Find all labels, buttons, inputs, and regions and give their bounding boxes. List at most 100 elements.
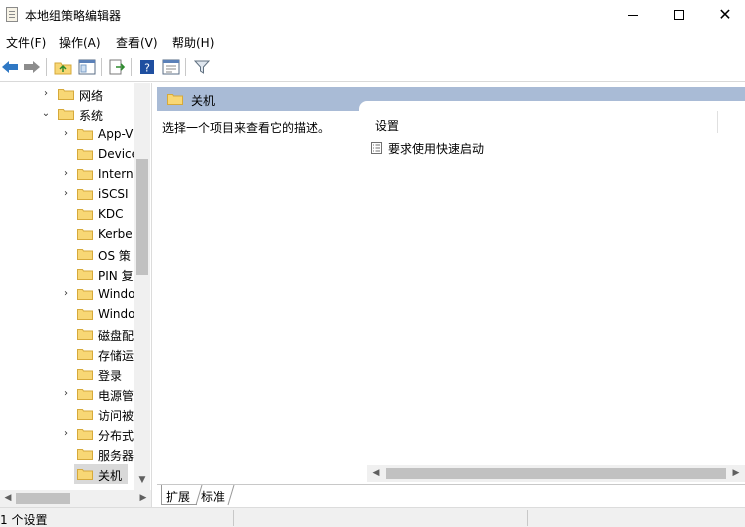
- tab-slant: [227, 485, 235, 506]
- view-tabs: 扩展 标准: [157, 484, 745, 506]
- maximize-button[interactable]: [656, 0, 702, 30]
- details-horizontal-scrollbar[interactable]: ◀ ▶: [367, 465, 745, 482]
- tree-vertical-scroll-thumb[interactable]: [136, 159, 148, 275]
- expander-placeholder: [61, 448, 71, 460]
- tree-item-label: App-V: [98, 127, 134, 141]
- details-horizontal-scroll-thumb[interactable]: [386, 468, 726, 479]
- chevron-right-icon[interactable]: ›: [41, 88, 51, 100]
- menu-action[interactable]: 操作(A): [59, 34, 101, 51]
- scroll-left-icon[interactable]: ◀: [369, 466, 383, 480]
- folder-icon: [58, 109, 74, 120]
- tree-item[interactable]: › 网络: [0, 84, 135, 104]
- tree-item[interactable]: 登录: [0, 364, 135, 384]
- tree-item[interactable]: › 电源管: [0, 384, 135, 404]
- up-one-level-button[interactable]: [53, 57, 73, 77]
- back-button[interactable]: [0, 57, 20, 77]
- tree-item-label: iSCSI: [98, 187, 129, 201]
- export-list-icon: [109, 59, 126, 75]
- tree-item[interactable]: › Intern: [0, 164, 135, 184]
- tree-item[interactable]: › 分布式: [0, 424, 135, 444]
- window-title: 本地组策略编辑器: [25, 9, 122, 23]
- folder-icon: [77, 369, 93, 380]
- chevron-right-icon[interactable]: ›: [61, 128, 71, 140]
- tree-item-label: 登录: [98, 369, 123, 383]
- tree-item-label: 访问被: [98, 409, 135, 423]
- folder-icon: [77, 229, 93, 240]
- tree-item[interactable]: ⌄ 系统: [0, 104, 135, 124]
- menu-view[interactable]: 查看(V): [116, 34, 158, 51]
- scroll-left-icon[interactable]: ◀: [1, 491, 15, 505]
- properties-button[interactable]: [161, 57, 181, 77]
- tree-item[interactable]: 服务器: [0, 444, 135, 464]
- column-divider[interactable]: [717, 111, 718, 133]
- tree-item[interactable]: 磁盘配: [0, 324, 135, 344]
- scroll-right-icon[interactable]: ▶: [136, 491, 150, 505]
- tree-item[interactable]: KDC: [0, 204, 135, 224]
- details-header-title: 关机: [191, 94, 216, 108]
- show-hide-tree-button[interactable]: [77, 57, 97, 77]
- close-button[interactable]: ✕: [702, 0, 745, 30]
- tree-horizontal-scroll-thumb[interactable]: [16, 493, 70, 504]
- folder-icon: [77, 169, 93, 180]
- expander-placeholder: [61, 228, 71, 240]
- scroll-right-icon[interactable]: ▶: [729, 466, 743, 480]
- help-button[interactable]: ?: [137, 57, 157, 77]
- folder-icon: [167, 94, 183, 105]
- folder-icon: [77, 309, 93, 320]
- tree-item-label: OS 策: [98, 249, 131, 263]
- tree-item-label: Windo: [98, 287, 135, 301]
- tree-item[interactable]: 关机: [0, 464, 135, 484]
- menu-file[interactable]: 文件(F): [6, 34, 46, 51]
- toolbar-separator: [46, 58, 47, 76]
- chevron-right-icon[interactable]: ›: [61, 388, 71, 400]
- tree-horizontal-scrollbar[interactable]: ◀ ▶: [0, 490, 151, 507]
- tree-item-label: 系统: [79, 109, 104, 123]
- tree-item[interactable]: Windo: [0, 304, 135, 324]
- column-header-setting[interactable]: 设置: [375, 117, 399, 134]
- scroll-down-icon[interactable]: ▼: [135, 473, 149, 487]
- details-pane: 关机 选择一个项目来查看它的描述。 设置 要求使用快速启动 ◀ ▶: [157, 83, 745, 507]
- chevron-right-icon[interactable]: ›: [61, 188, 71, 200]
- svg-text:?: ?: [144, 62, 150, 75]
- tree-item-label: Windo: [98, 307, 135, 321]
- chevron-down-icon[interactable]: ⌄: [41, 108, 51, 120]
- expander-placeholder: [61, 408, 71, 420]
- export-list-button[interactable]: [107, 57, 127, 77]
- forward-arrow-icon: [24, 61, 40, 73]
- status-bar: 1 个设置: [0, 507, 745, 527]
- tree-item[interactable]: 存储运: [0, 344, 135, 364]
- title-bar: 本地组策略编辑器 ✕: [0, 0, 745, 30]
- tree-item[interactable]: OS 策: [0, 244, 135, 264]
- policy-setting-icon: [371, 142, 382, 154]
- tree-item[interactable]: Kerbe: [0, 224, 135, 244]
- chevron-right-icon[interactable]: ›: [61, 288, 71, 300]
- tree-item[interactable]: › Windo: [0, 284, 135, 304]
- folder-icon: [77, 269, 93, 280]
- tree-item[interactable]: Device: [0, 144, 135, 164]
- tree-item[interactable]: › App-V: [0, 124, 135, 144]
- minimize-button[interactable]: [610, 0, 656, 30]
- chevron-right-icon[interactable]: ›: [61, 428, 71, 440]
- expander-placeholder: [61, 368, 71, 380]
- tab-extended[interactable]: 扩展: [161, 485, 197, 505]
- chevron-right-icon[interactable]: ›: [61, 168, 71, 180]
- folder-icon: [77, 409, 93, 420]
- tree-item[interactable]: 访问被: [0, 404, 135, 424]
- status-separator: [527, 510, 528, 526]
- tree-item-label: 分布式: [98, 429, 135, 443]
- forward-button[interactable]: [22, 57, 42, 77]
- tree-item[interactable]: PIN 复: [0, 264, 135, 284]
- tree-item-label: 关机: [98, 469, 123, 483]
- folder-icon: [77, 389, 93, 400]
- menu-help[interactable]: 帮助(H): [172, 34, 214, 51]
- menu-bar: 文件(F) 操作(A) 查看(V) 帮助(H): [0, 30, 745, 52]
- status-text: 1 个设置: [0, 513, 48, 527]
- tree-vertical-scrollbar[interactable]: ▼: [134, 83, 150, 490]
- expander-placeholder: [61, 268, 71, 280]
- toolbar-separator: [131, 58, 132, 76]
- properties-icon: [162, 59, 180, 75]
- show-hide-tree-icon: [78, 59, 96, 75]
- filter-button[interactable]: [192, 57, 212, 77]
- tree-item-label: 服务器: [98, 449, 135, 463]
- tree-item[interactable]: › iSCSI: [0, 184, 135, 204]
